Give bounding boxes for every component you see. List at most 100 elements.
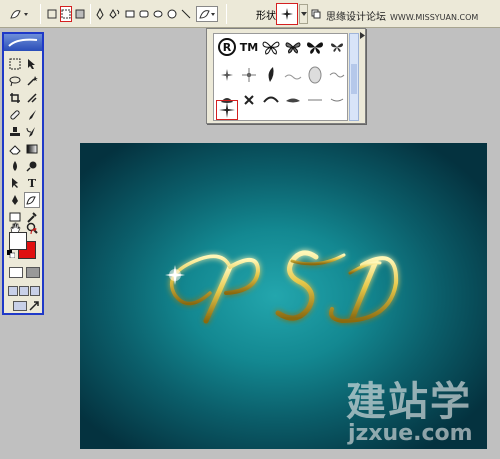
- custom-shape-popup: R TM: [206, 28, 366, 124]
- fill-pixels-icon: [75, 9, 85, 19]
- photoshop-logo-icon: [8, 38, 38, 47]
- jump-to-imageready-button[interactable]: [13, 301, 27, 311]
- imageready-icon[interactable]: [26, 298, 42, 314]
- eraser-tool[interactable]: [7, 141, 23, 157]
- pen-icon: [96, 8, 104, 20]
- butterfly-shape-3[interactable]: [304, 36, 326, 58]
- butterfly-shape-4[interactable]: [326, 36, 348, 58]
- crop-tool[interactable]: [7, 90, 23, 106]
- path-selection-tool[interactable]: [7, 175, 23, 191]
- letter-p: [169, 254, 261, 324]
- pen-tool-button[interactable]: [94, 6, 106, 22]
- pen-tool[interactable]: [7, 192, 23, 208]
- ornament-icon: [308, 99, 322, 101]
- clone-stamp-tool[interactable]: [7, 124, 23, 140]
- brush-tool[interactable]: [24, 107, 40, 123]
- tool-preset-picker[interactable]: [4, 6, 34, 22]
- oval-frame-shape[interactable]: [304, 64, 326, 86]
- shape-picker[interactable]: [276, 3, 298, 25]
- toolbox-header: [4, 34, 42, 51]
- rounded-rectangle-button[interactable]: [138, 6, 150, 22]
- marquee-tool[interactable]: [7, 56, 23, 72]
- letter-s: [275, 250, 346, 321]
- swap-colors-icon[interactable]: [30, 227, 38, 238]
- blur-tool[interactable]: [7, 158, 23, 174]
- svg-text:TM: TM: [240, 41, 258, 54]
- feather-shape[interactable]: [260, 64, 282, 86]
- custom-shape-icon: [10, 10, 28, 19]
- fill-pixels-button[interactable]: [74, 6, 86, 22]
- ornament-icon: [284, 74, 302, 80]
- splat-icon: [221, 69, 233, 81]
- options-bar: 形状: 思缘设计论坛 WWW.MISSYUAN.COM: [0, 0, 500, 28]
- ornament-shape-4[interactable]: [260, 89, 282, 111]
- default-colors-icon[interactable]: [7, 250, 16, 260]
- full-screen-button[interactable]: [30, 286, 40, 296]
- svg-text:T: T: [28, 177, 37, 189]
- butterfly-shape-2[interactable]: [282, 36, 304, 58]
- scroll-shape[interactable]: [326, 64, 348, 86]
- oval-frame-icon: [308, 66, 322, 84]
- standard-screen-button[interactable]: [8, 286, 18, 296]
- dodge-tool[interactable]: [24, 158, 40, 174]
- paths-button[interactable]: [60, 6, 72, 22]
- line-tool-button[interactable]: [180, 6, 192, 22]
- quick-mask-button[interactable]: [26, 267, 40, 278]
- toolbox: T: [2, 32, 44, 315]
- ornament-shape[interactable]: [282, 64, 304, 86]
- arrow-icon: [12, 178, 18, 188]
- ornament-shape-5[interactable]: [282, 89, 304, 111]
- custom-shape-tool-button[interactable]: [196, 6, 218, 22]
- lasso-tool[interactable]: [7, 73, 23, 89]
- shape-picker-dropdown[interactable]: [299, 4, 308, 24]
- sparkle-shape[interactable]: [216, 100, 238, 120]
- ellipse-tool-button[interactable]: [152, 6, 164, 22]
- shape-grid-scrollbar[interactable]: [349, 33, 359, 121]
- standard-mode-button[interactable]: [9, 267, 23, 278]
- default-colors-swatch-icon: [7, 250, 16, 259]
- trademark-shape[interactable]: TM: [238, 36, 260, 58]
- butterfly-shape[interactable]: [260, 36, 282, 58]
- custom-shape-tool[interactable]: [24, 192, 40, 208]
- full-screen-menu-button[interactable]: [19, 286, 29, 296]
- rectangle-tool-button[interactable]: [124, 6, 136, 22]
- gradient-icon: [26, 144, 38, 154]
- butterfly-icon: [285, 42, 301, 54]
- move-tool[interactable]: [24, 56, 40, 72]
- rectangle-icon: [125, 10, 135, 18]
- splat-shape[interactable]: [216, 64, 238, 86]
- polygon-tool-button[interactable]: [166, 6, 178, 22]
- type-tool[interactable]: T: [24, 175, 40, 191]
- ornament-shape-3[interactable]: [238, 89, 260, 111]
- freeform-pen-icon: [109, 9, 120, 19]
- sparkle-icon: [219, 102, 235, 118]
- marquee-icon: [9, 58, 21, 70]
- registered-shape[interactable]: R: [216, 36, 238, 58]
- stamp-icon: [10, 127, 20, 136]
- history-brush-tool[interactable]: [24, 124, 40, 140]
- shape-layers-button[interactable]: [46, 6, 58, 22]
- brush-icon: [29, 110, 36, 120]
- layer-style-icon: [311, 9, 321, 19]
- svg-text:R: R: [223, 41, 232, 54]
- drop-icon: [13, 161, 17, 171]
- magic-wand-icon: [27, 76, 38, 86]
- gradient-tool[interactable]: [24, 141, 40, 157]
- magic-wand-tool[interactable]: [24, 73, 40, 89]
- scrollbar-thumb[interactable]: [351, 64, 357, 94]
- site-logo-watermark: 建站学 jzxue.com: [346, 369, 498, 453]
- ornament-shape-7[interactable]: [326, 89, 348, 111]
- move-icon: [28, 59, 35, 69]
- popup-menu-button[interactable]: [359, 32, 367, 40]
- letter-d: [329, 256, 399, 324]
- butterfly-icon: [262, 41, 280, 55]
- healing-brush-tool[interactable]: [7, 107, 23, 123]
- foreground-color-swatch[interactable]: [9, 232, 27, 250]
- freeform-pen-button[interactable]: [108, 6, 122, 22]
- chevron-down-icon: [300, 12, 307, 16]
- registered-icon: R: [218, 38, 236, 56]
- slice-tool[interactable]: [24, 90, 40, 106]
- splat-shape-2[interactable]: [238, 64, 260, 86]
- ornament-shape-6[interactable]: [304, 89, 326, 111]
- layer-style-button[interactable]: [310, 6, 322, 22]
